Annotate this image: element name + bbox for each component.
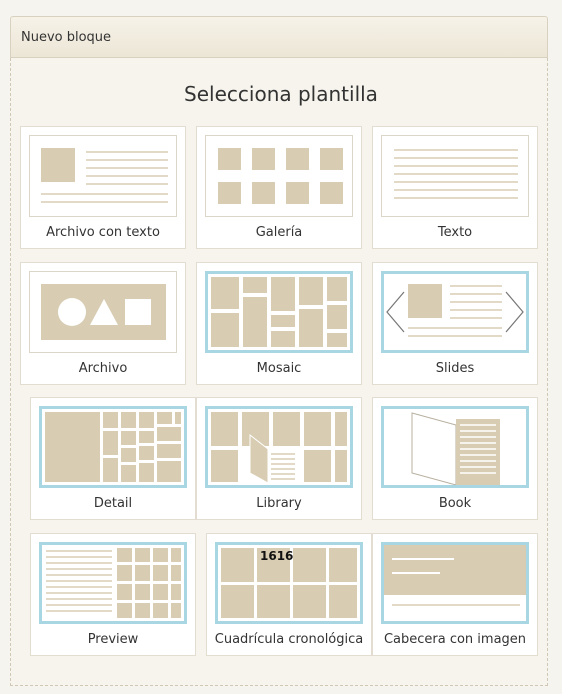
thumbnail-year-text: 1616 [260, 549, 293, 563]
template-archivo-con-texto[interactable]: Archivo con texto [20, 126, 186, 249]
template-thumbnail [381, 135, 529, 217]
page-title: Selecciona plantilla [184, 82, 378, 106]
template-label: Book [438, 496, 472, 511]
template-label: Galería [255, 225, 303, 240]
template-texto[interactable]: Texto [372, 126, 538, 249]
template-thumbnail [205, 271, 353, 353]
template-thumbnail [29, 135, 177, 217]
template-thumbnail [205, 135, 353, 217]
template-label: Preview [87, 632, 139, 647]
template-label: Detail [93, 496, 133, 511]
template-label: Archivo con texto [46, 225, 160, 240]
template-label: Slides [435, 361, 475, 376]
template-book[interactable]: Book [372, 397, 538, 520]
template-preview[interactable]: Preview [30, 533, 196, 656]
template-thumbnail [381, 542, 529, 624]
template-library[interactable]: Library [196, 397, 362, 520]
template-thumbnail: 1616 [215, 542, 363, 624]
template-mosaic[interactable]: Mosaic [196, 262, 362, 385]
template-detail[interactable]: Detail [30, 397, 196, 520]
template-thumbnail [205, 406, 353, 488]
template-label: Mosaic [256, 361, 302, 376]
template-slides[interactable]: Slides [372, 262, 538, 385]
template-thumbnail [381, 271, 529, 353]
template-thumbnail [39, 542, 187, 624]
template-label: Library [256, 496, 302, 511]
template-thumbnail [29, 271, 177, 353]
panel-title: Nuevo bloque [21, 30, 112, 45]
panel-header: Nuevo bloque [10, 16, 548, 58]
template-label: Archivo [78, 361, 128, 376]
template-thumbnail [381, 406, 529, 488]
template-cuadricula-cronologica[interactable]: 1616 Cuadrícula cronológica [206, 533, 372, 656]
template-cabecera-con-imagen[interactable]: Cabecera con imagen [372, 533, 538, 656]
template-label: Texto [437, 225, 473, 240]
template-thumbnail [39, 406, 187, 488]
template-archivo[interactable]: Archivo [20, 262, 186, 385]
template-label: Cuadrícula cronológica [214, 632, 364, 647]
template-galeria[interactable]: Galería [196, 126, 362, 249]
template-label: Cabecera con imagen [383, 632, 527, 647]
